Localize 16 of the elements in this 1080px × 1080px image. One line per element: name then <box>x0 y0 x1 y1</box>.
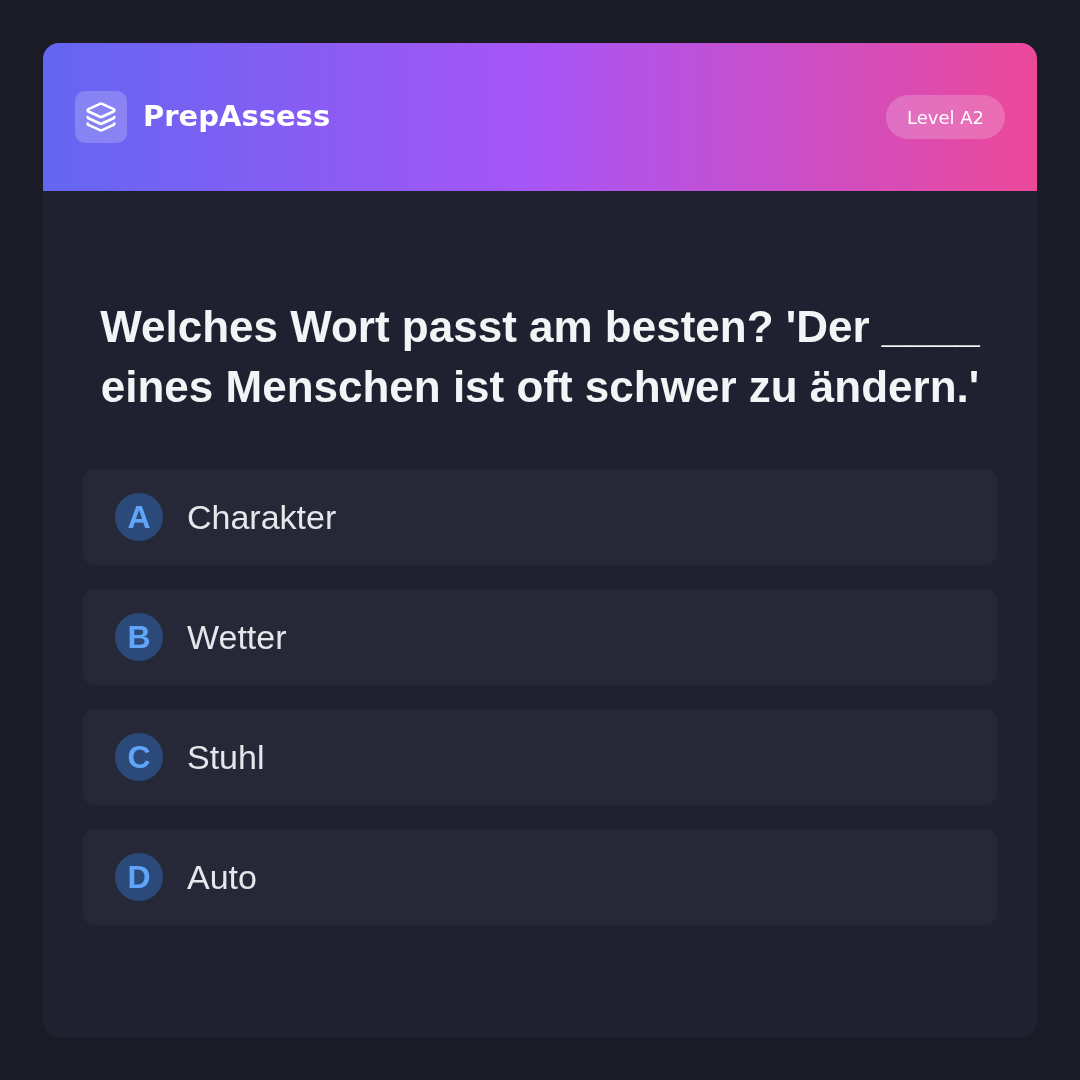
option-text: Charakter <box>187 496 337 538</box>
option-letter: D <box>115 853 163 901</box>
option-letter: B <box>115 613 163 661</box>
app-title: PrepAssess <box>143 98 331 136</box>
answer-option[interactable]: C Stuhl <box>83 709 997 805</box>
option-letter: C <box>115 733 163 781</box>
option-text: Wetter <box>187 616 287 658</box>
answer-option[interactable]: D Auto <box>83 829 997 925</box>
option-letter: A <box>115 493 163 541</box>
level-badge: Level A2 <box>886 95 1005 139</box>
option-text: Stuhl <box>187 736 265 778</box>
option-text: Auto <box>187 856 257 898</box>
answer-option[interactable]: A Charakter <box>83 469 997 565</box>
question-text: Welches Wort passt am besten? 'Der ____ eines Menschen ist oft schwer zu ändern.' <box>99 301 981 413</box>
answer-option[interactable]: B Wetter <box>83 589 997 685</box>
layers-icon <box>75 91 127 143</box>
